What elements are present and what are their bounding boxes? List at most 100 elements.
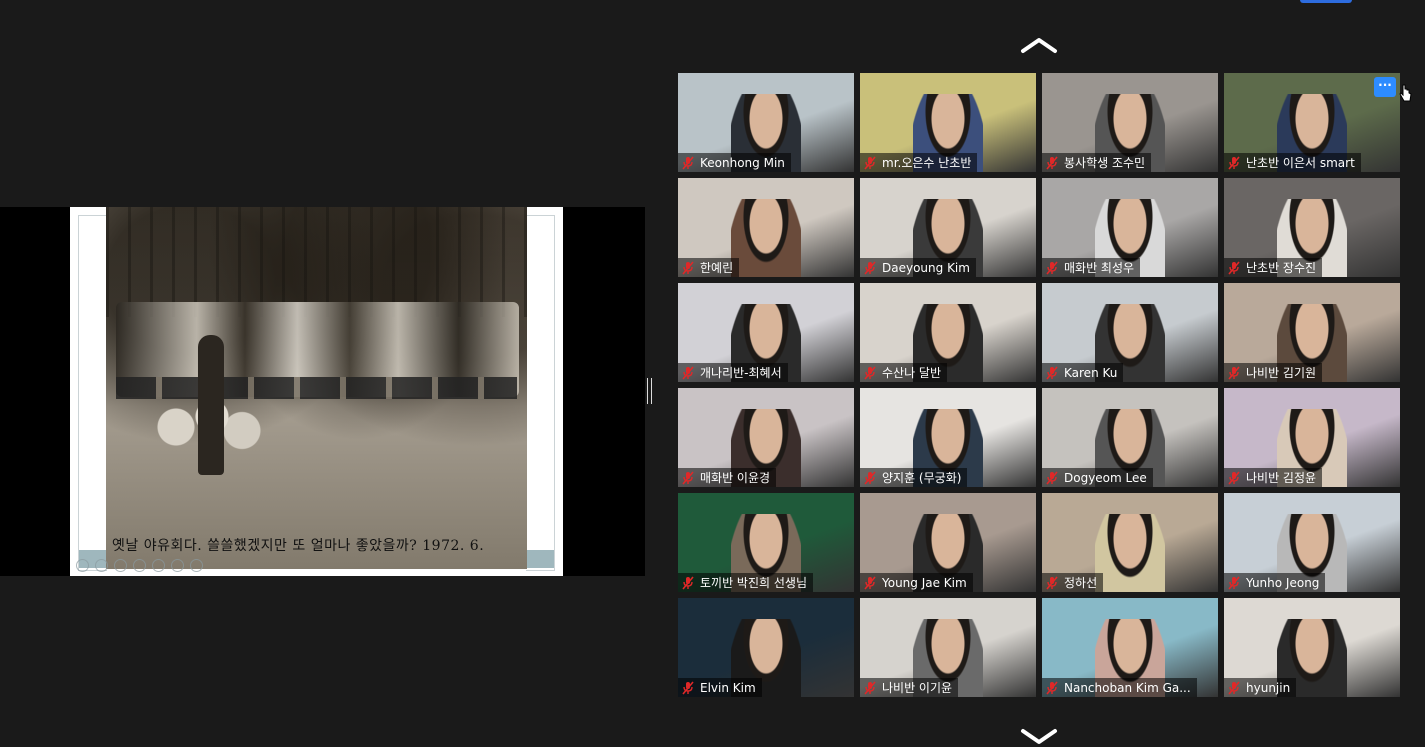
participant-tile[interactable]: Daeyoung Kim [860, 178, 1036, 277]
microphone-muted-icon [1228, 155, 1240, 170]
participant-namebar: Young Jae Kim [860, 573, 973, 592]
participant-name: hyunjin [1246, 680, 1291, 695]
participant-namebar: 토끼반 박진희 선생님 [678, 573, 813, 592]
participant-tile[interactable]: 수산나 달반 [860, 283, 1036, 382]
participant-tile[interactable]: Karen Ku [1042, 283, 1218, 382]
toolbar-icon[interactable] [76, 559, 89, 572]
participant-video-silhouette [731, 199, 801, 277]
annotation-toolbar[interactable] [76, 559, 203, 572]
historic-photo [106, 207, 527, 569]
participant-namebar: mr.오은수 난초반 [860, 153, 978, 172]
mouse-cursor-icon [1399, 84, 1412, 102]
participant-tile[interactable]: Nanchoban Kim Ga... [1042, 598, 1218, 697]
participant-namebar: 난초반 장수진 [1224, 258, 1323, 277]
participant-tile[interactable]: 나비반 김기원 [1224, 283, 1400, 382]
microphone-muted-icon [682, 155, 694, 170]
participant-namebar: 한예린 [678, 258, 740, 277]
participant-name: Karen Ku [1064, 365, 1118, 380]
participant-namebar: 나비반 김정윤 [1224, 468, 1323, 487]
toolbar-icon[interactable] [152, 559, 165, 572]
participant-namebar: 양지훈 (무궁화) [860, 468, 968, 487]
participant-namebar: 봉사학생 조수민 [1042, 153, 1152, 172]
participant-namebar: Karen Ku [1042, 363, 1124, 382]
participant-tile[interactable]: 정하선 [1042, 493, 1218, 592]
participant-name: 토끼반 박진희 선생님 [700, 576, 807, 590]
participant-tile[interactable]: 매화반 이윤경 [678, 388, 854, 487]
participant-namebar: 난초반 이은서 smart [1224, 153, 1361, 172]
participant-namebar: 정하선 [1042, 573, 1104, 592]
microphone-muted-icon [864, 365, 876, 380]
microphone-muted-icon [864, 575, 876, 590]
participant-namebar: 매화반 이윤경 [678, 468, 777, 487]
participant-tile[interactable]: hyunjin [1224, 598, 1400, 697]
participant-namebar: Nanchoban Kim Ga... [1042, 678, 1197, 697]
toolbar-icon[interactable] [133, 559, 146, 572]
microphone-muted-icon [864, 680, 876, 695]
participant-tile[interactable]: 토끼반 박진희 선생님 [678, 493, 854, 592]
participant-tile[interactable]: 난초반 장수진 [1224, 178, 1400, 277]
participant-tile[interactable]: Yunho Jeong [1224, 493, 1400, 592]
participant-tile[interactable]: Keonhong Min [678, 73, 854, 172]
microphone-muted-icon [1046, 575, 1058, 590]
participant-name: 매화반 이윤경 [700, 471, 771, 485]
toolbar-icon[interactable] [114, 559, 127, 572]
participant-name: 난초반 이은서 smart [1246, 156, 1355, 170]
doc-frame-right [526, 215, 555, 571]
participant-name: 정하선 [1064, 576, 1098, 590]
participant-tile[interactable]: 한예린 [678, 178, 854, 277]
participant-name: Elvin Kim [700, 680, 756, 695]
participant-namebar: 개나리반-최혜서 [678, 363, 788, 382]
participant-tile[interactable]: 매화반 최성우 [1042, 178, 1218, 277]
participant-name: 매화반 최성우 [1064, 261, 1135, 275]
participant-tile[interactable]: 개나리반-최혜서 [678, 283, 854, 382]
participant-tile[interactable]: 봉사학생 조수민 [1042, 73, 1218, 172]
participant-tile[interactable]: mr.오은수 난초반 [860, 73, 1036, 172]
participant-tile[interactable]: 양지훈 (무궁화) [860, 388, 1036, 487]
microphone-muted-icon [1046, 155, 1058, 170]
participant-name: 양지훈 (무궁화) [882, 471, 962, 485]
participant-tile[interactable]: 나비반 김정윤 [1224, 388, 1400, 487]
shared-document: 옛날 야유회다. 쓸쓸했겠지만 또 얼마나 좋았을까? 1972. 6. [70, 207, 563, 576]
participant-name: Nanchoban Kim Ga... [1064, 680, 1191, 695]
toolbar-icon[interactable] [171, 559, 184, 572]
participant-namebar: Daeyoung Kim [860, 258, 976, 277]
microphone-muted-icon [1046, 260, 1058, 275]
microphone-muted-icon [1228, 575, 1240, 590]
participant-namebar: 수산나 달반 [860, 363, 948, 382]
microphone-muted-icon [682, 680, 694, 695]
participant-name: Keonhong Min [700, 155, 785, 170]
split-view-divider[interactable] [647, 378, 652, 404]
photo-caption: 옛날 야유회다. 쓸쓸했겠지만 또 얼마나 좋았을까? 1972. 6. [112, 538, 485, 554]
participant-name: 개나리반-최혜서 [700, 366, 782, 380]
participant-tile[interactable]: Young Jae Kim [860, 493, 1036, 592]
participant-name: 나비반 김기원 [1246, 366, 1317, 380]
toolbar-icon[interactable] [95, 559, 108, 572]
participant-namebar: hyunjin [1224, 678, 1297, 697]
toolbar-icon[interactable] [190, 559, 203, 572]
participant-namebar: Keonhong Min [678, 153, 791, 172]
microphone-muted-icon [864, 155, 876, 170]
participant-namebar: 나비반 이기윤 [860, 678, 959, 697]
chevron-down-icon[interactable] [1020, 727, 1058, 747]
microphone-muted-icon [1228, 470, 1240, 485]
participant-namebar: 매화반 최성우 [1042, 258, 1141, 277]
participant-name: 나비반 이기윤 [882, 681, 953, 695]
microphone-muted-icon [1228, 680, 1240, 695]
participant-name: mr.오은수 난초반 [882, 156, 972, 170]
microphone-muted-icon [682, 365, 694, 380]
microphone-muted-icon [1228, 260, 1240, 275]
chevron-up-icon[interactable] [1020, 35, 1058, 55]
participant-name: 봉사학생 조수민 [1064, 156, 1146, 170]
microphone-muted-icon [864, 470, 876, 485]
more-options-button[interactable]: ··· [1374, 77, 1396, 97]
participant-tile[interactable]: 나비반 이기윤 [860, 598, 1036, 697]
participant-namebar: Dogyeom Lee [1042, 468, 1153, 487]
microphone-muted-icon [1046, 680, 1058, 695]
participant-tile[interactable]: Elvin Kim [678, 598, 854, 697]
microphone-muted-icon [1046, 470, 1058, 485]
participant-name: Daeyoung Kim [882, 260, 970, 275]
participant-name: Dogyeom Lee [1064, 470, 1147, 485]
participant-tile[interactable]: 난초반 이은서 smart ··· [1224, 73, 1400, 172]
participant-tile[interactable]: Dogyeom Lee [1042, 388, 1218, 487]
top-tab-indicator [1300, 0, 1352, 3]
